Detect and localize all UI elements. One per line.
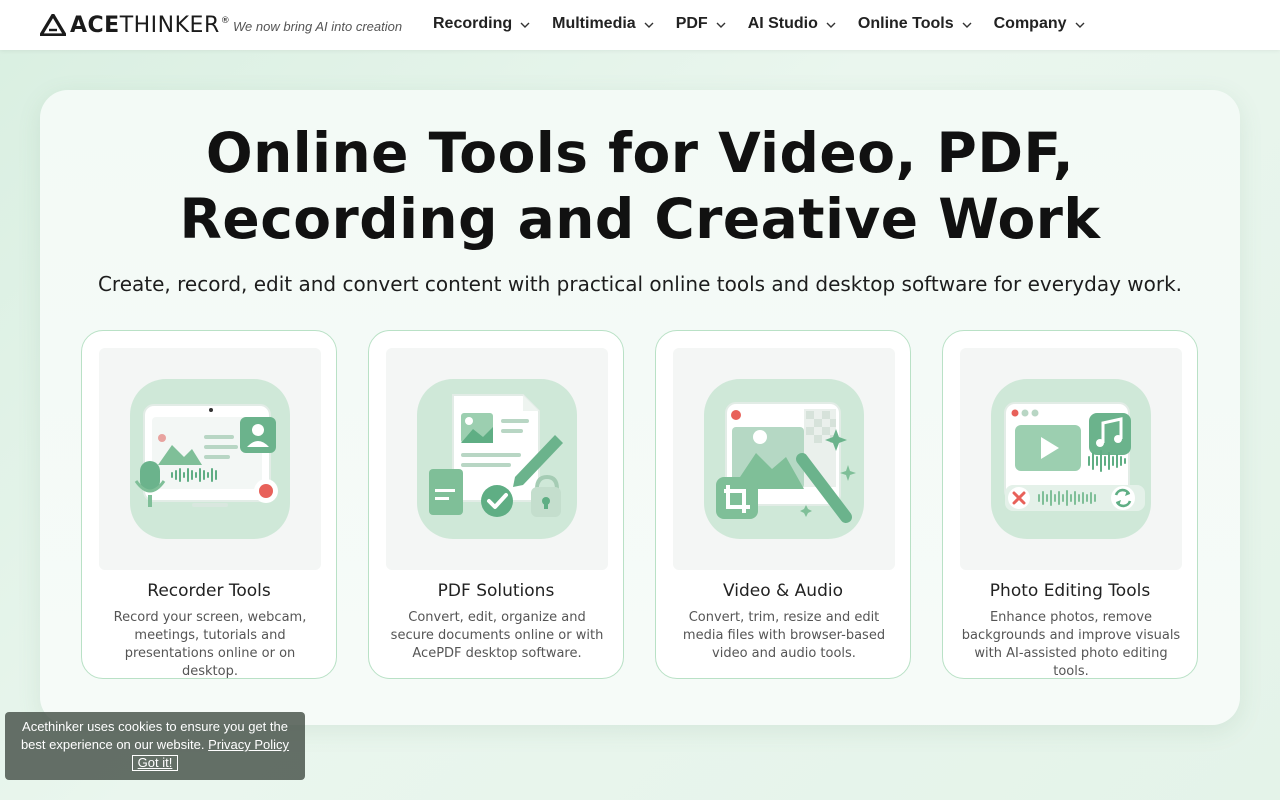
video-audio-illustration-icon <box>704 379 864 539</box>
card-title: Photo Editing Tools <box>989 581 1151 601</box>
chevron-down-icon <box>826 22 836 28</box>
recorder-illustration-icon <box>130 379 290 539</box>
card-description: Convert, trim, resize and edit media fil… <box>682 610 886 661</box>
chevron-down-icon <box>644 22 654 28</box>
acethinker-logo[interactable]: ACETHINKER® <box>40 12 230 38</box>
chevron-down-icon <box>716 22 726 28</box>
card-description: Enhance photos, remove backgrounds and i… <box>961 610 1181 679</box>
card-pdf-solutions[interactable]: PDF Solutions Convert, edit, organize an… <box>368 330 624 679</box>
nav-item-ai-studio[interactable]: AI Studio <box>748 15 836 33</box>
logo-triangle-icon <box>40 14 66 36</box>
top-navigation-bar: ACETHINKER® We now bring AI into creatio… <box>0 0 1280 50</box>
chevron-down-icon <box>1075 22 1085 28</box>
cookie-accept-button[interactable]: Got it! <box>131 755 179 771</box>
page-title-line-1: Online Tools for Video, PDF, <box>205 121 1075 185</box>
nav-item-company[interactable]: Company <box>994 15 1085 33</box>
nav-item-online-tools[interactable]: Online Tools <box>858 15 972 33</box>
page-subtitle: Create, record, edit and convert content… <box>97 272 1183 296</box>
card-image <box>386 348 608 570</box>
card-video-audio[interactable]: Video & Audio Convert, trim, resize and … <box>655 330 911 679</box>
pdf-illustration-icon <box>417 379 577 539</box>
nav-item-recording[interactable]: Recording <box>433 15 530 33</box>
card-title: PDF Solutions <box>437 581 555 601</box>
privacy-policy-link[interactable]: Privacy Policy <box>208 737 289 752</box>
card-photo-editing-tools[interactable]: Photo Editing Tools Enhance photos, remo… <box>942 330 1198 679</box>
photo-editing-illustration-icon <box>991 379 1151 539</box>
nav-item-multimedia[interactable]: Multimedia <box>552 15 654 33</box>
tagline: We now bring AI into creation <box>233 19 403 34</box>
card-recorder-tools[interactable]: Recorder Tools Record your screen, webca… <box>81 330 337 679</box>
logo-wordmark: ACETHINKER® <box>70 12 231 38</box>
nav-item-pdf[interactable]: PDF <box>676 15 726 33</box>
card-description: Record your screen, webcam, meetings, tu… <box>113 610 307 679</box>
tool-category-cards: Recorder Tools Record your screen, webca… <box>81 330 1229 679</box>
page-title-line-2: Recording and Creative Work <box>179 187 1101 251</box>
cookie-consent-banner: Acethinker uses cookies to ensure you ge… <box>5 712 305 780</box>
main-nav: Recording Multimedia PDF AI Studio Onlin… <box>433 15 1107 33</box>
card-description: Convert, edit, organize and secure docum… <box>390 610 604 661</box>
page-title: Online Tools for Video, PDF, Recording a… <box>40 120 1240 252</box>
card-title: Video & Audio <box>722 581 843 601</box>
chevron-down-icon <box>520 22 530 28</box>
card-image <box>960 348 1182 570</box>
chevron-down-icon <box>962 22 972 28</box>
card-image <box>99 348 321 570</box>
hero-panel: Online Tools for Video, PDF, Recording a… <box>40 90 1240 725</box>
card-title: Recorder Tools <box>147 581 271 601</box>
card-image <box>673 348 895 570</box>
